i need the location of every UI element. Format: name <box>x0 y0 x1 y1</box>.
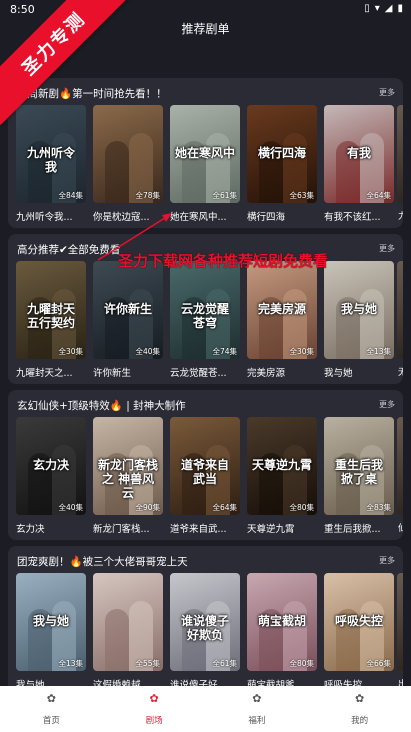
promo-overlay-text: 圣力下载网各种推荐短剧免费看 <box>118 252 329 270</box>
red-arrow-annotation <box>97 213 172 261</box>
page: 8:50 ▯ ▾ ◢ ▮ 推荐剧单 圣力专测 每周新剧🔥第一时间抢先看！！ 更多九… <box>0 0 411 732</box>
